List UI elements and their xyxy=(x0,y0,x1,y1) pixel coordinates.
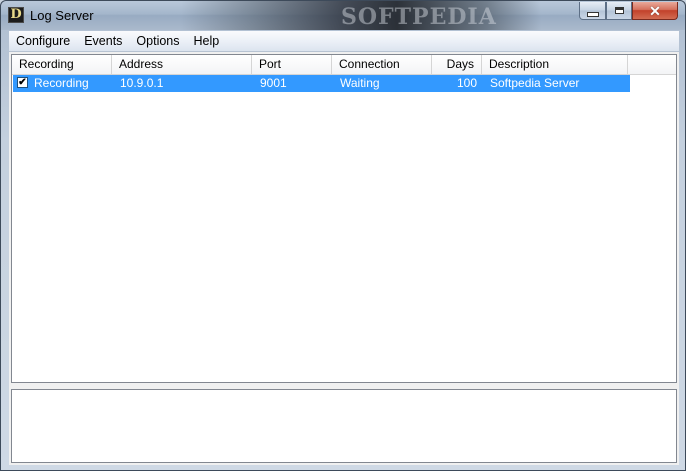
maximize-icon xyxy=(614,7,624,14)
cell-recording: Recording xyxy=(34,76,89,90)
column-header-recording[interactable]: Recording xyxy=(12,55,112,74)
column-header-port[interactable]: Port xyxy=(252,55,332,74)
recording-checkbox[interactable]: ✔ xyxy=(17,77,28,88)
column-header-days[interactable]: Days xyxy=(432,55,482,74)
cell-description: Softpedia Server xyxy=(490,76,580,90)
menu-bar: Configure Events Options Help xyxy=(9,31,679,52)
cell-connection: Waiting xyxy=(340,76,380,90)
close-icon: ✕ xyxy=(649,2,661,19)
watermark: SOFTPEDIA xyxy=(341,4,497,30)
log-output-pane[interactable] xyxy=(11,389,677,463)
cell-address: 10.9.0.1 xyxy=(120,76,164,90)
menu-configure[interactable]: Configure xyxy=(9,31,77,51)
minimize-icon xyxy=(586,11,599,17)
cell-days: 100 xyxy=(456,76,477,90)
cell-port: 9001 xyxy=(260,76,287,90)
menu-events[interactable]: Events xyxy=(77,31,129,51)
title-bar[interactable]: SOFTPEDIA D Log Server ✕ xyxy=(1,1,685,30)
minimize-button[interactable] xyxy=(579,2,606,20)
table-row[interactable]: ✔ Recording 10.9.0.1 9001 Waiting 100 So… xyxy=(13,75,630,92)
menu-options[interactable]: Options xyxy=(129,31,186,51)
app-icon[interactable]: D xyxy=(8,7,24,23)
list-header: Recording Address Port Connection Days D… xyxy=(12,55,676,75)
log-server-window: SOFTPEDIA D Log Server ✕ Configure Event… xyxy=(0,0,686,471)
column-header-description[interactable]: Description xyxy=(482,55,628,74)
column-header-connection[interactable]: Connection xyxy=(332,55,432,74)
close-button[interactable]: ✕ xyxy=(632,2,678,20)
window-title: Log Server xyxy=(30,8,94,23)
client-area: Recording Address Port Connection Days D… xyxy=(9,52,679,465)
column-header-address[interactable]: Address xyxy=(112,55,252,74)
connections-list[interactable]: Recording Address Port Connection Days D… xyxy=(11,54,677,383)
maximize-button[interactable] xyxy=(606,2,632,20)
menu-help[interactable]: Help xyxy=(187,31,227,51)
